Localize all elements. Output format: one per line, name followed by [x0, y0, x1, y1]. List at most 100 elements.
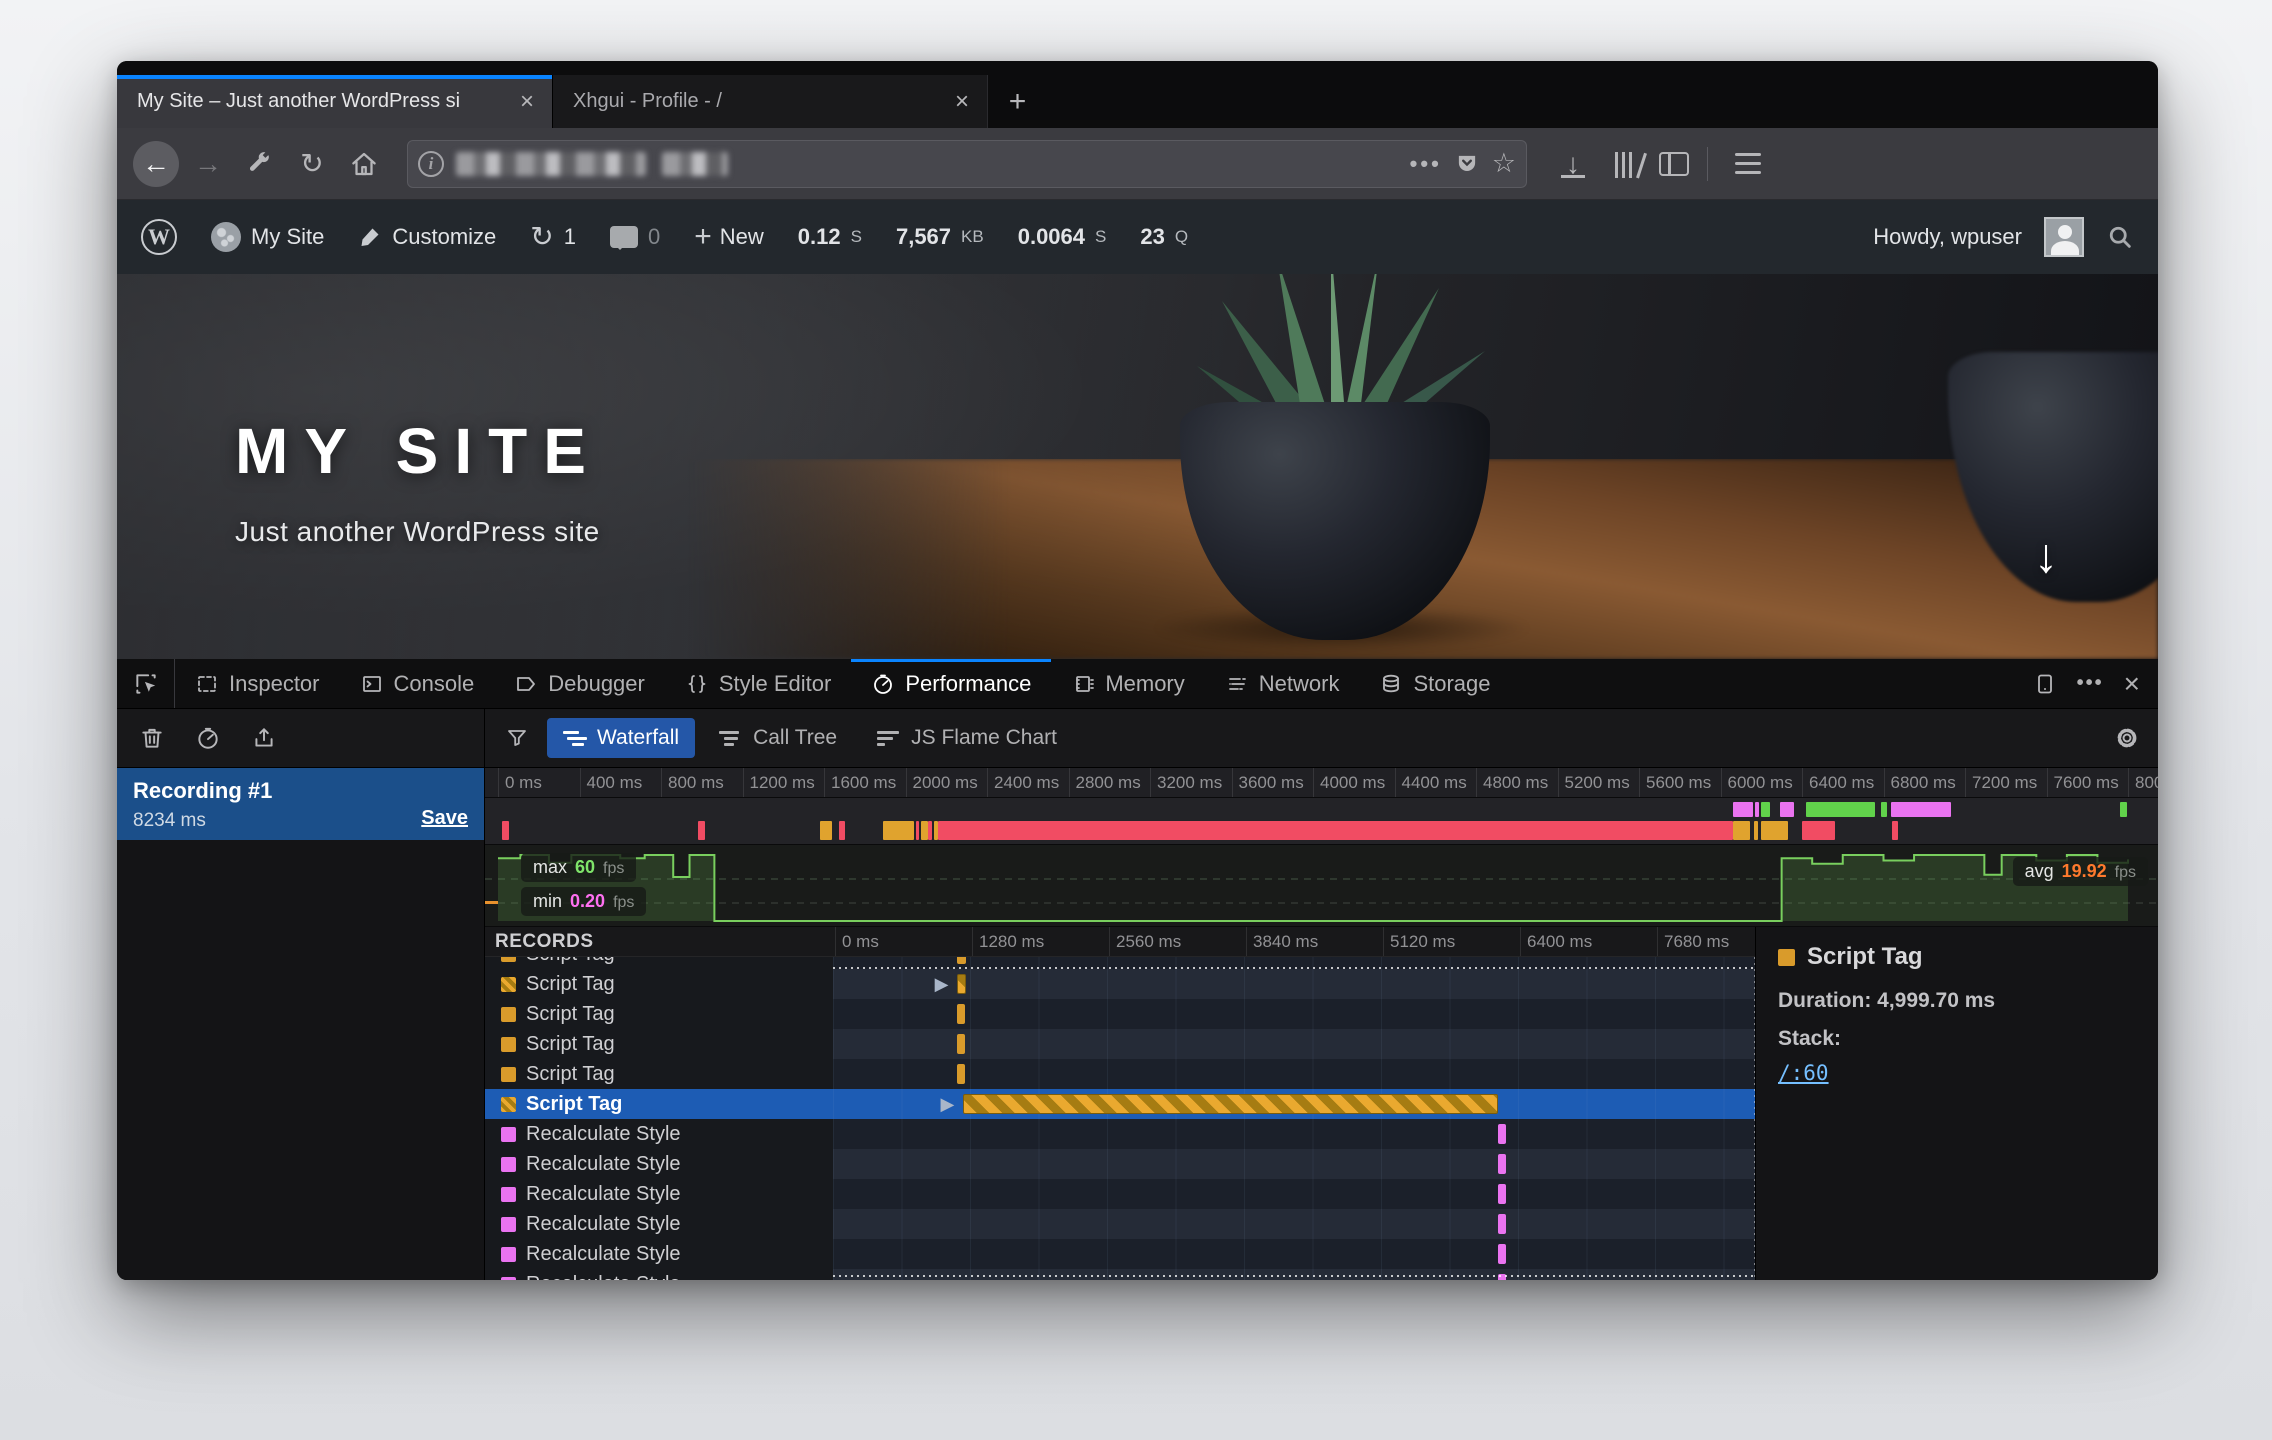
url-redacted-text [662, 152, 728, 176]
recording-duration: 8234 ms [133, 810, 468, 832]
call-tree-icon [719, 731, 743, 746]
wrench-icon[interactable] [237, 141, 283, 187]
record-label: Recalculate Style [485, 1119, 833, 1149]
overview-marker [1755, 802, 1759, 817]
detail-duration-value: 4,999.70 ms [1877, 989, 1995, 1012]
devtools-meatball-menu-icon[interactable]: ••• [2077, 672, 2104, 695]
view-tab-waterfall[interactable]: Waterfall [547, 718, 695, 758]
save-recording-link[interactable]: Save [421, 807, 468, 830]
avatar[interactable] [2044, 217, 2084, 257]
record-label: Script Tag [485, 1059, 833, 1089]
ruler-tick: 7600 ms [2047, 768, 2119, 797]
expand-arrow-icon[interactable]: ▶ [935, 973, 949, 995]
selection-dotted-line-top [833, 967, 1755, 969]
browser-window: My Site – Just another WordPress si × Xh… [117, 61, 2158, 1280]
performance-sidebar: Recording #1 8234 ms Save [117, 709, 485, 1280]
bookmark-star-icon[interactable]: ☆ [1492, 148, 1516, 179]
responsive-design-icon[interactable] [2033, 672, 2057, 696]
forward-button[interactable]: → [185, 141, 231, 187]
wp-stat-page-time[interactable]: 0.12S [798, 224, 862, 250]
recordings-toolbar [117, 709, 484, 768]
library-icon[interactable] [1605, 150, 1649, 178]
overview-marker [928, 821, 931, 840]
url-bar[interactable]: i ••• ☆ [407, 140, 1527, 188]
record-timeline [833, 1239, 1755, 1269]
pocket-icon[interactable] [1454, 151, 1480, 177]
page-actions-icon[interactable]: ••• [1410, 151, 1442, 177]
devtools-tab-network[interactable]: Network [1205, 659, 1360, 708]
records-column-tick: 1280 ms [972, 927, 1044, 956]
ruler-tick: 2000 ms [906, 768, 978, 797]
wp-stat-memory[interactable]: 7,567KB [896, 224, 984, 250]
wordpress-logo-icon[interactable]: W [141, 219, 177, 255]
recording-item[interactable]: Recording #1 8234 ms Save [117, 768, 484, 840]
record-label: Script Tag [485, 969, 833, 999]
overview-marker [1761, 802, 1770, 817]
devtools-body: Recording #1 8234 ms Save Waterfall [117, 709, 2158, 1280]
record-timeline [833, 1119, 1755, 1149]
downloads-icon[interactable]: ↓ [1551, 148, 1595, 180]
waterfall-overview[interactable] [485, 798, 2158, 845]
tab-close-icon[interactable]: × [516, 90, 538, 114]
devtools-tab-debugger[interactable]: Debugger [494, 659, 665, 708]
wp-stat-query-count[interactable]: 23Q [1140, 224, 1188, 250]
recalculate-style-marker-icon [501, 1247, 516, 1262]
fps-min-marker [485, 901, 498, 904]
devtools-tab-memory[interactable]: Memory [1051, 659, 1204, 708]
back-button[interactable]: ← [133, 141, 179, 187]
records-column-tick: 5120 ms [1383, 927, 1455, 956]
wp-howdy-label[interactable]: Howdy, wpuser [1873, 224, 2022, 250]
sidebar-toggle-icon[interactable] [1659, 152, 1689, 176]
view-tab-js-flame-chart[interactable]: JS Flame Chart [861, 718, 1073, 758]
record-performance-icon[interactable] [195, 725, 221, 751]
import-recording-icon[interactable] [251, 725, 277, 751]
overview-marker [502, 821, 509, 840]
node-picker-icon[interactable] [117, 659, 175, 708]
tab-xhgui[interactable]: Xhgui - Profile - / × [552, 75, 987, 128]
record-label-text: Script Tag [526, 1003, 615, 1026]
wp-customize-button[interactable]: Customize [358, 224, 496, 250]
view-tab-call-tree[interactable]: Call Tree [703, 718, 853, 758]
plus-icon: + [694, 222, 712, 252]
record-label-text: Recalculate Style [526, 1213, 681, 1236]
records-column-tick: 2560 ms [1109, 927, 1181, 956]
devtools-tab-performance[interactable]: Performance [851, 659, 1051, 708]
waterfall-bar [1498, 1124, 1506, 1144]
wp-stat-query-time[interactable]: 0.0064S [1018, 224, 1107, 250]
search-icon[interactable] [2106, 223, 2134, 251]
home-button[interactable] [341, 141, 387, 187]
site-info-icon[interactable]: i [418, 151, 444, 177]
wp-new-button[interactable]: + New [694, 222, 764, 252]
gear-icon[interactable] [2114, 725, 2148, 751]
menu-hamburger-icon[interactable] [1726, 153, 1770, 174]
wp-comments-button[interactable]: 0 [610, 224, 660, 250]
devtools-tab-inspector[interactable]: Inspector [175, 659, 340, 708]
tab-close-icon[interactable]: × [951, 90, 973, 114]
fps-line-chart [485, 845, 2158, 927]
wp-updates-button[interactable]: ↻ 1 [530, 223, 576, 251]
devtools-tab-storage[interactable]: Storage [1359, 659, 1510, 708]
script-tag-marker-icon [501, 977, 516, 992]
devtools-tab-style-editor[interactable]: Style Editor [665, 659, 852, 708]
new-tab-button[interactable]: + [987, 75, 1047, 128]
filter-icon[interactable] [495, 718, 539, 758]
scroll-down-arrow[interactable]: ↓ [2034, 529, 2058, 584]
wp-my-site-menu[interactable]: My Site [211, 222, 324, 252]
reload-button[interactable]: ↻ [289, 141, 335, 187]
overview-marker [839, 821, 845, 840]
devtools-close-icon[interactable]: × [2124, 668, 2140, 700]
clear-recordings-icon[interactable] [139, 725, 165, 751]
overview-marker [1754, 821, 1758, 840]
overview-marker [921, 821, 927, 840]
tab-title: My Site – Just another WordPress si [137, 90, 516, 113]
site-tagline: Just another WordPress site [235, 516, 602, 548]
titlebar: My Site – Just another WordPress si × Xh… [117, 61, 2158, 128]
framerate-graph[interactable]: max60fps min0.20fps avg19.92fps [485, 845, 2158, 927]
overview-marker [934, 821, 938, 840]
site-favicon-icon [211, 222, 241, 252]
stack-frame-link[interactable]: /:60 [1778, 1061, 1829, 1085]
tab-my-site[interactable]: My Site – Just another WordPress si × [117, 75, 552, 128]
records-column-tick: 7680 ms [1657, 927, 1729, 956]
expand-arrow-icon[interactable]: ▶ [941, 1093, 955, 1115]
devtools-tab-console[interactable]: Console [340, 659, 495, 708]
